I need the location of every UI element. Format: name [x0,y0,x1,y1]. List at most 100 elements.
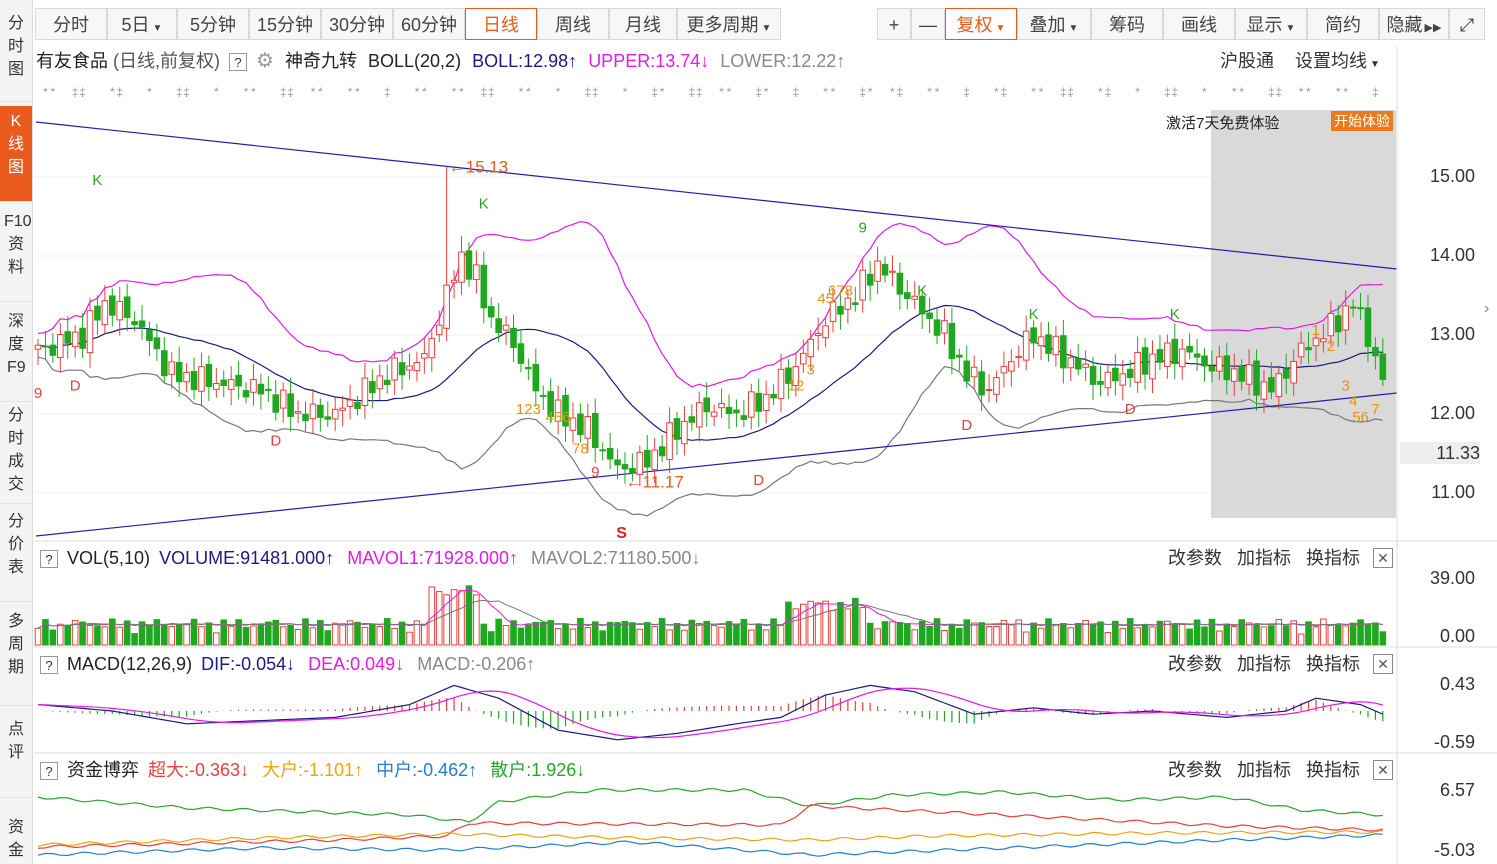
volume-bar [629,622,636,646]
close-icon[interactable]: ✕ [1373,654,1393,674]
close-icon[interactable]: ✕ [1373,760,1393,780]
candle [970,366,978,378]
help-icon[interactable]: ? [40,656,58,675]
candle [643,449,651,468]
volume-bar [79,621,86,646]
volume-bar [889,621,896,646]
volume-bar [1320,618,1327,646]
candle [733,409,740,414]
vol-actions: 改参数 加指标 换指标 [1168,546,1360,570]
signal-marker: ‡ [651,85,658,99]
switch-indicator-button[interactable]: 换指标 [1306,548,1360,568]
signal-marker: * [526,85,531,99]
candle [1186,345,1193,353]
modify-params-button[interactable]: 改参数 [1168,654,1222,674]
switch-indicator-button[interactable]: 换指标 [1306,654,1360,674]
volume-bar [1238,619,1245,646]
sequence-count: D [270,433,281,450]
volume-bar [153,619,161,646]
candle [688,416,696,423]
volume-bar [591,621,599,646]
candle [294,411,302,414]
volume-bar [554,628,562,646]
help-icon[interactable]: ? [40,550,58,569]
candle [302,413,309,422]
candle [1357,307,1364,310]
fund-name[interactable]: 资金博弈 [67,760,139,780]
modify-params-button[interactable]: 改参数 [1168,760,1222,780]
volume-bar [1364,624,1372,646]
signal-marker: * [147,85,152,99]
candle [398,362,406,376]
mavol1-value: MAVOL1:71928.000 [347,548,509,568]
volume-bar [42,619,49,646]
candle [480,264,488,309]
candle [487,306,495,318]
sequence-count: 456 [546,409,571,426]
fund-axis-label: -5.03 [1433,840,1475,860]
add-indicator-button[interactable]: 加指标 [1237,654,1291,674]
vol-name[interactable]: VOL(5,10) [67,548,150,568]
volume-bar [896,622,904,646]
price-axis-label: 14.00 [1429,245,1475,265]
volume-bar [161,623,168,646]
candle [1379,353,1387,380]
candle [718,403,725,409]
price-axis-label: 11.00 [1431,482,1475,502]
signal-marker: ‡ [79,85,86,99]
volume-bar [822,600,829,646]
sequence-count: 12 [788,377,805,394]
volume-bar [1208,618,1216,646]
candle [146,329,153,342]
scroll-right-icon[interactable]: › [1484,300,1489,318]
candle [822,325,829,339]
candle [599,449,606,452]
candle [896,272,904,295]
volume-bar [695,623,703,646]
candle [242,390,250,398]
add-indicator-button[interactable]: 加指标 [1237,760,1291,780]
volume-bar [904,623,911,646]
candle [1082,363,1089,368]
volume-bar [391,627,398,646]
volume-bar [1119,628,1127,646]
signal-marker: ‡ [1171,85,1178,99]
volume-bar [799,603,807,646]
macd-name[interactable]: MACD(12,26,9) [67,654,192,674]
volume-bar [1253,623,1260,646]
signal-marker: * [994,85,999,99]
signal-marker: ‡ [688,85,695,99]
candle [138,320,146,328]
candle [814,333,822,336]
signal-marker: * [355,85,360,99]
volume-bar [354,621,361,646]
candle [584,415,592,439]
signal-marker: * [1336,85,1341,99]
candle [614,459,621,466]
switch-indicator-button[interactable]: 换指标 [1306,760,1360,780]
candle [161,350,168,377]
signal-marker: ‡ [755,85,762,99]
candle [443,284,450,329]
volume-bar [116,626,124,646]
help-icon[interactable]: ? [40,762,58,781]
candle [1312,337,1320,347]
volume-bar [539,621,547,646]
signal-marker: * [51,85,56,99]
signal-marker: * [1306,85,1311,99]
add-indicator-button[interactable]: 加指标 [1237,548,1291,568]
macd-axis-label: 0.43 [1439,674,1475,694]
sequence-count: 7 [1371,401,1379,418]
volume-bar [465,585,473,646]
volume-bar [1134,627,1141,646]
start-trial-button[interactable]: 开始体验 [1331,111,1393,131]
candle [1290,360,1297,384]
volume-bar [1297,633,1305,646]
volume-bar [1260,626,1268,646]
close-icon[interactable]: ✕ [1373,548,1393,568]
candle [1275,373,1283,398]
signal-marker: * [719,85,724,99]
candle [473,264,480,281]
modify-params-button[interactable]: 改参数 [1168,548,1222,568]
candle [1097,380,1104,385]
